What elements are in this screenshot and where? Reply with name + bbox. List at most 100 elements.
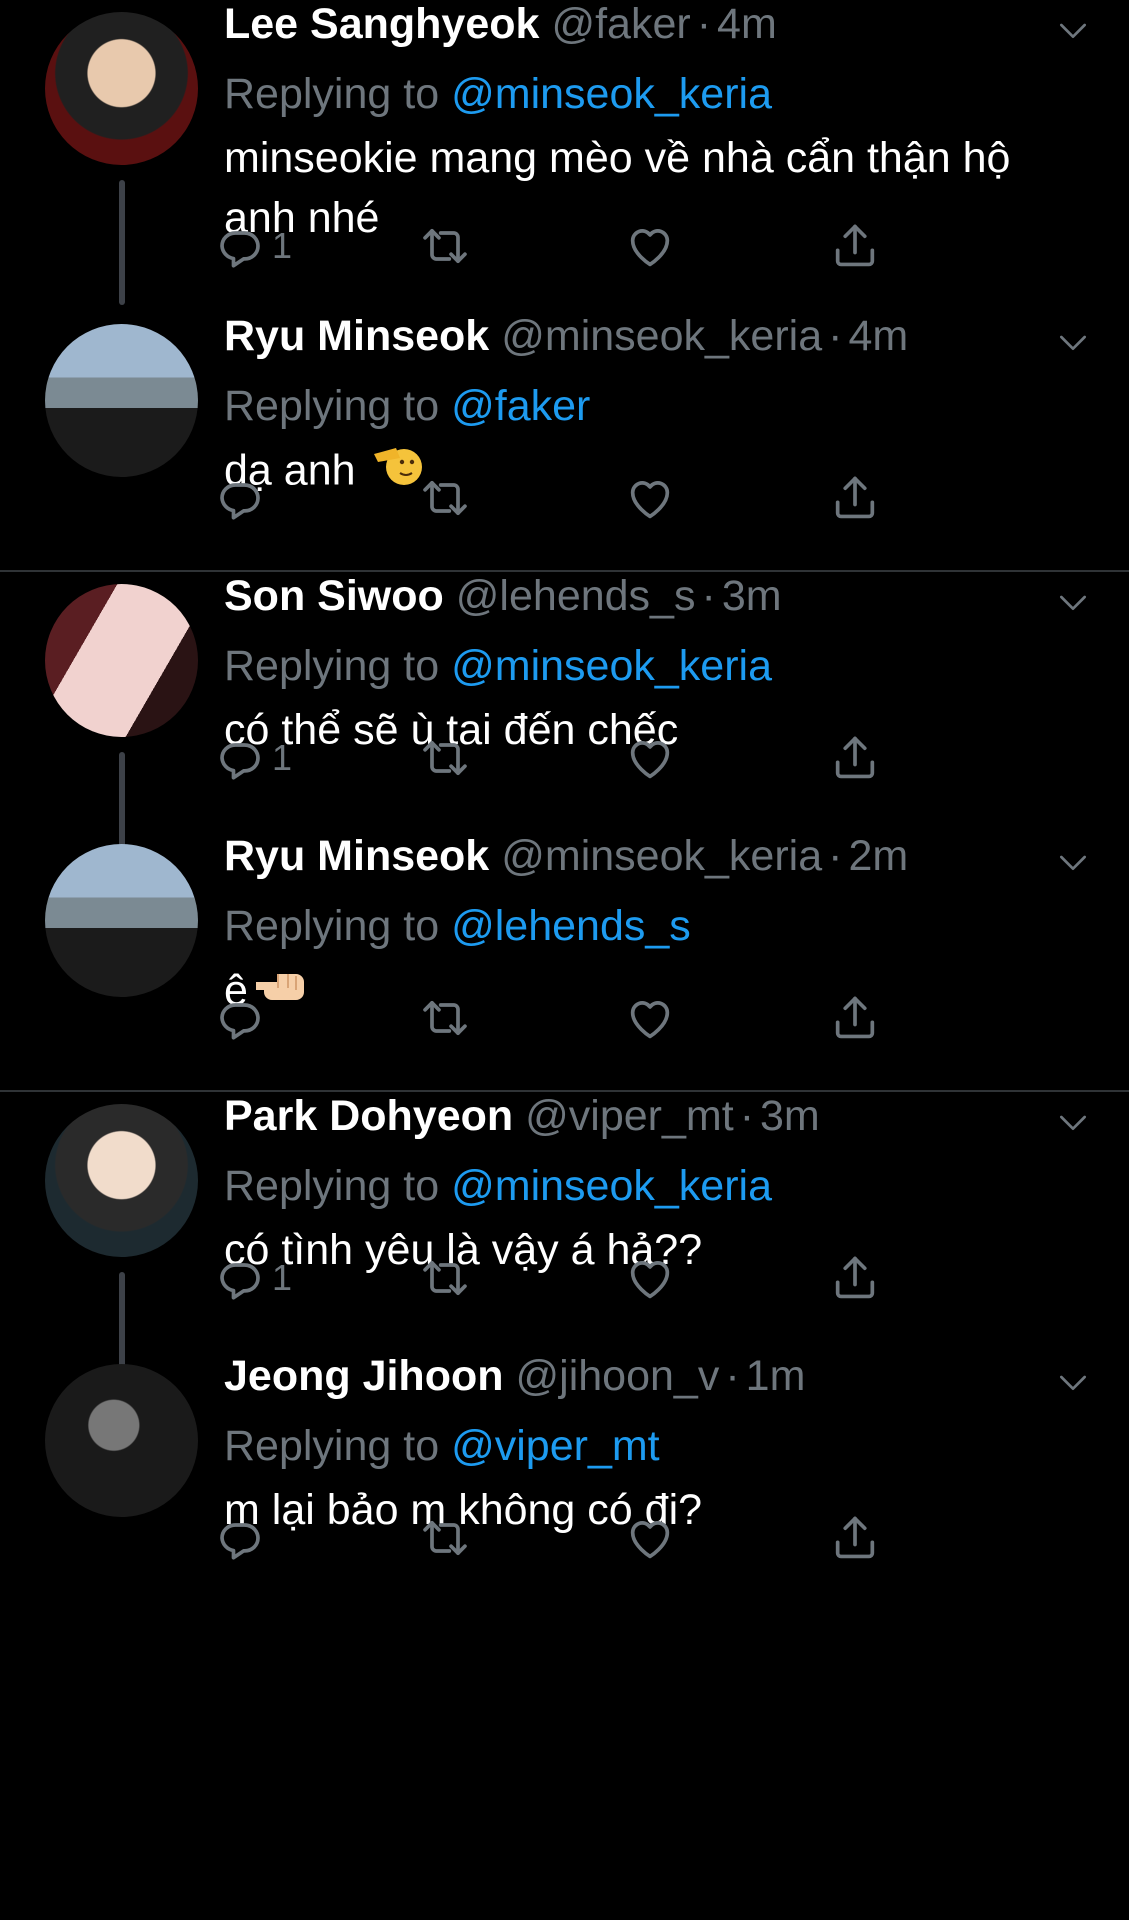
share-button[interactable] [829, 988, 881, 1048]
share-button[interactable] [829, 216, 881, 276]
timestamp[interactable]: 2m [848, 832, 908, 881]
like-button[interactable] [624, 468, 676, 528]
retweet-icon [419, 1252, 471, 1304]
timestamp[interactable]: 3m [760, 1092, 820, 1141]
like-button[interactable] [624, 728, 676, 788]
retweet-button[interactable] [419, 1508, 471, 1568]
reply-button[interactable]: 1 [214, 216, 292, 276]
timestamp[interactable]: 3m [722, 572, 782, 621]
mention-link[interactable]: @faker [451, 382, 590, 430]
share-button[interactable] [829, 728, 881, 788]
chevron-down-icon[interactable] [1053, 322, 1093, 362]
user-handle[interactable]: @faker [551, 0, 690, 49]
mention-link[interactable]: @minseok_keria [451, 1162, 772, 1210]
retweet-icon [419, 472, 471, 524]
tweet: Park Dohyeon @viper_mt · 3m Replying to @min… [0, 1092, 1129, 1397]
tweet-actions: 1 [224, 1248, 944, 1308]
reply-thread: Lee Sanghyeok @faker · 4m Replying to @minse… [0, 0, 1129, 1920]
share-icon [829, 472, 881, 524]
reply-button[interactable]: 1 [214, 728, 292, 788]
reply-icon [214, 220, 266, 272]
heart-icon [624, 1252, 676, 1304]
tweet-content: Lee Sanghyeok @faker · 4m Replying to @minse… [224, 0, 1094, 248]
tweet: Jeong Jihoon @jihoon_v · 1m Replying to @vip… [0, 1352, 1129, 1632]
timestamp[interactable]: 4m [848, 312, 908, 361]
retweet-button[interactable] [419, 728, 471, 788]
user-handle[interactable]: @minseok_keria [501, 832, 822, 881]
heart-icon [624, 1512, 676, 1564]
avatar[interactable] [45, 1104, 198, 1257]
mention-link[interactable]: @viper_mt [451, 1422, 660, 1470]
tweet-actions: 1 [224, 728, 944, 788]
display-name[interactable]: Ryu Minseok [224, 832, 489, 881]
timestamp[interactable]: 1m [746, 1352, 806, 1401]
retweet-button[interactable] [419, 468, 471, 528]
display-name[interactable]: Son Siwoo [224, 572, 444, 621]
avatar[interactable] [45, 12, 198, 165]
chevron-down-icon[interactable] [1053, 842, 1093, 882]
chevron-down-icon[interactable] [1053, 10, 1093, 50]
avatar[interactable] [45, 1364, 198, 1517]
replying-label: Replying to [224, 70, 440, 118]
separator-dot: · [739, 1092, 755, 1140]
user-handle[interactable]: @viper_mt [525, 1092, 734, 1141]
share-button[interactable] [829, 1248, 881, 1308]
separator-dot: · [828, 312, 843, 360]
reply-button[interactable] [214, 988, 272, 1048]
mention-link[interactable]: @minseok_keria [451, 642, 772, 690]
reply-button[interactable] [214, 468, 272, 528]
tweet-content: Park Dohyeon @viper_mt · 3m Replying to @min… [224, 1092, 1094, 1280]
heart-icon [624, 472, 676, 524]
share-icon [829, 220, 881, 272]
share-icon [829, 1512, 881, 1564]
tweet-header: Lee Sanghyeok @faker · 4m [224, 0, 1094, 64]
replying-to: Replying to @viper_mt [224, 1416, 1094, 1476]
tweet: Lee Sanghyeok @faker · 4m Replying to @minse… [0, 0, 1129, 305]
mention-link[interactable]: @minseok_keria [451, 70, 772, 118]
display-name[interactable]: Park Dohyeon [224, 1092, 513, 1141]
reply-count: 1 [272, 1257, 293, 1298]
retweet-icon [419, 992, 471, 1044]
thread-connector [119, 180, 125, 305]
user-handle[interactable]: @minseok_keria [501, 312, 822, 361]
retweet-icon [419, 732, 471, 784]
avatar[interactable] [45, 844, 198, 997]
retweet-button[interactable] [419, 216, 471, 276]
mention-link[interactable]: @lehends_s [451, 902, 691, 950]
timestamp[interactable]: 4m [717, 0, 777, 49]
share-button[interactable] [829, 468, 881, 528]
chevron-down-icon[interactable] [1053, 1362, 1093, 1402]
share-icon [829, 732, 881, 784]
replying-to: Replying to @minseok_keria [224, 636, 1094, 696]
chevron-down-icon[interactable] [1053, 1102, 1093, 1142]
replying-label: Replying to [224, 902, 440, 950]
display-name[interactable]: Lee Sanghyeok [224, 0, 539, 49]
retweet-button[interactable] [419, 1248, 471, 1308]
replying-label: Replying to [224, 1422, 440, 1470]
avatar[interactable] [45, 584, 198, 737]
reply-button[interactable]: 1 [214, 1248, 292, 1308]
retweet-icon [419, 220, 471, 272]
share-button[interactable] [829, 1508, 881, 1568]
avatar[interactable] [45, 324, 198, 477]
display-name[interactable]: Jeong Jihoon [224, 1352, 504, 1401]
user-handle[interactable]: @lehends_s [456, 572, 696, 621]
replying-label: Replying to [224, 642, 440, 690]
chevron-down-icon[interactable] [1053, 582, 1093, 622]
reply-button[interactable] [214, 1508, 272, 1568]
like-button[interactable] [624, 1248, 676, 1308]
display-name[interactable]: Ryu Minseok [224, 312, 489, 361]
like-button[interactable] [624, 1508, 676, 1568]
separator-dot: · [701, 572, 716, 620]
share-icon [829, 992, 881, 1044]
user-handle[interactable]: @jihoon_v [516, 1352, 720, 1401]
tweet: Son Siwoo @lehends_s · 3m Replying to @minse… [0, 572, 1129, 877]
tweet: Ryu Minseok @minseok_keria · 2m Replying to … [0, 832, 1129, 1112]
retweet-button[interactable] [419, 988, 471, 1048]
separator-dot: · [725, 1352, 740, 1400]
like-button[interactable] [624, 988, 676, 1048]
reply-icon [214, 732, 266, 784]
heart-icon [624, 220, 676, 272]
replying-to: Replying to @minseok_keria [224, 64, 1094, 124]
like-button[interactable] [624, 216, 676, 276]
